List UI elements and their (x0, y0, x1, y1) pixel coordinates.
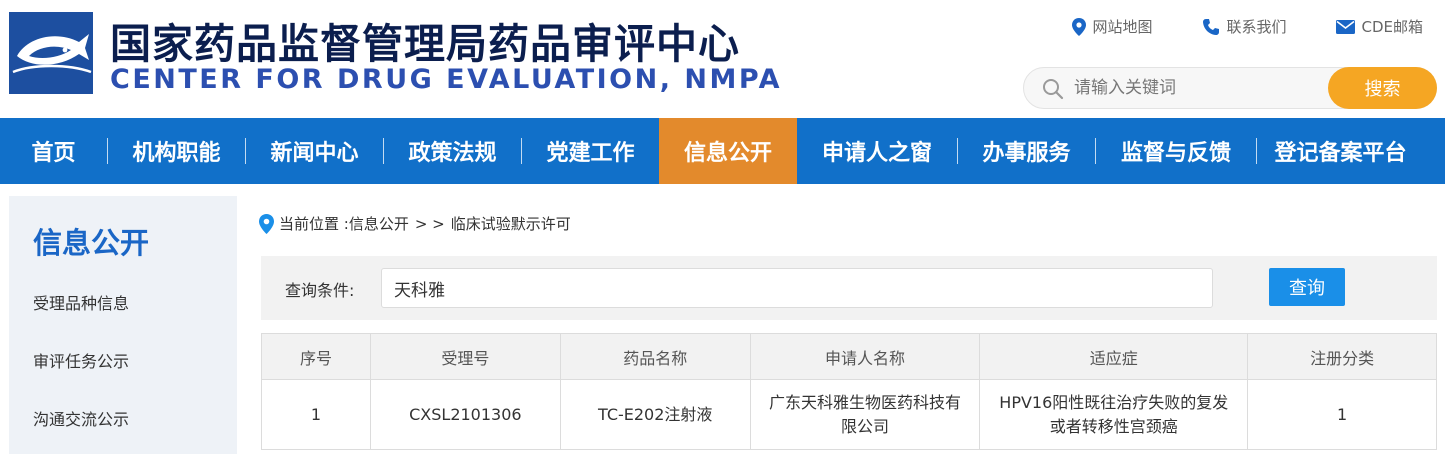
table-row[interactable]: 1 CXSL2101306 TC-E202注射液 广东天科雅生物医药科技有限公司… (261, 379, 1437, 450)
mail-icon (1336, 19, 1356, 34)
top-links: 网站地图 联系我们 CDE邮箱 (1072, 16, 1423, 37)
breadcrumb-separator: > > (414, 214, 445, 233)
cde-mail-link[interactable]: CDE邮箱 (1336, 16, 1423, 37)
sidebar-item-communication[interactable]: 沟通交流公示 (33, 406, 129, 430)
breadcrumb-current: 临床试验默示许可 (450, 215, 571, 233)
sidebar-title: 信息公开 (33, 226, 150, 260)
nav-item-services[interactable]: 办事服务 (958, 118, 1095, 184)
sidebar-item-accepted-varieties[interactable]: 受理品种信息 (33, 290, 129, 314)
sidebar-item-review-tasks[interactable]: 审评任务公示 (33, 348, 129, 372)
nav-item-registration[interactable]: 登记备案平台 (1257, 118, 1424, 184)
nav-item-party[interactable]: 党建工作 (522, 118, 659, 184)
cell-acceptance-no: CXSL2101306 (369, 379, 561, 450)
sidebar: 信息公开 受理品种信息 审评任务公示 沟通交流公示 (9, 196, 237, 454)
col-header-indication: 适应症 (979, 333, 1249, 380)
breadcrumb-prefix: 当前位置 : (279, 215, 349, 233)
query-button[interactable]: 查询 (1269, 268, 1345, 306)
cde-mail-label: CDE邮箱 (1361, 18, 1423, 36)
sitemap-label: 网站地图 (1092, 18, 1153, 36)
site-header: 国家药品监督管理局药品审评中心 CENTER FOR DRUG EVALUATI… (0, 0, 1445, 118)
nav-item-home[interactable]: 首页 (0, 118, 107, 184)
contact-label: 联系我们 (1226, 18, 1287, 36)
location-pin-icon (259, 213, 274, 234)
col-header-acceptance-no: 受理号 (369, 333, 561, 380)
sitemap-link[interactable]: 网站地图 (1072, 16, 1152, 37)
nav-item-feedback[interactable]: 监督与反馈 (1096, 118, 1256, 184)
nav-item-functions[interactable]: 机构职能 (108, 118, 245, 184)
col-header-drug-name: 药品名称 (559, 333, 751, 380)
search-icon (1043, 79, 1064, 100)
main-nav: 首页 机构职能 新闻中心 政策法规 党建工作 信息公开 申请人之窗 办事服务 监… (0, 118, 1445, 184)
search-button[interactable]: 搜索 (1328, 67, 1437, 109)
nav-item-info-disclosure[interactable]: 信息公开 (659, 118, 797, 184)
table-header-row: 序号 受理号 药品名称 申请人名称 适应症 注册分类 (261, 333, 1437, 380)
fish-emblem-logo[interactable] (9, 12, 93, 94)
results-table: 序号 受理号 药品名称 申请人名称 适应症 注册分类 1 CXSL2101306… (261, 333, 1437, 450)
cell-applicant: 广东天科雅生物医药科技有限公司 (749, 379, 981, 450)
cell-drug-name: TC-E202注射液 (559, 379, 751, 450)
query-label: 查询条件: (285, 281, 355, 300)
phone-icon (1203, 18, 1220, 35)
cell-index: 1 (261, 379, 371, 450)
nav-item-news[interactable]: 新闻中心 (246, 118, 383, 184)
nav-item-applicant[interactable]: 申请人之窗 (797, 118, 957, 184)
query-bar: 查询条件: 查询 (261, 256, 1437, 320)
cell-indication: HPV16阳性既往治疗失败的复发或者转移性宫颈癌 (979, 379, 1249, 450)
cell-registration-class: 1 (1247, 379, 1437, 450)
site-title-en: CENTER FOR DRUG EVALUATION, NMPA (110, 64, 783, 95)
nav-item-policy[interactable]: 政策法规 (384, 118, 521, 184)
breadcrumb: 当前位置 : 信息公开 > > 临床试验默示许可 (259, 213, 571, 234)
map-pin-icon (1072, 17, 1087, 36)
site-title-cn: 国家药品监督管理局药品审评中心 (110, 20, 740, 68)
col-header-index: 序号 (261, 333, 371, 380)
contact-link[interactable]: 联系我们 (1202, 16, 1286, 37)
breadcrumb-section-link[interactable]: 信息公开 (349, 213, 409, 234)
site-search: 搜索 (1023, 67, 1437, 109)
col-header-applicant: 申请人名称 (749, 333, 981, 380)
col-header-registration-class: 注册分类 (1247, 333, 1437, 380)
search-input[interactable] (1074, 76, 1324, 100)
query-input[interactable] (381, 268, 1213, 308)
